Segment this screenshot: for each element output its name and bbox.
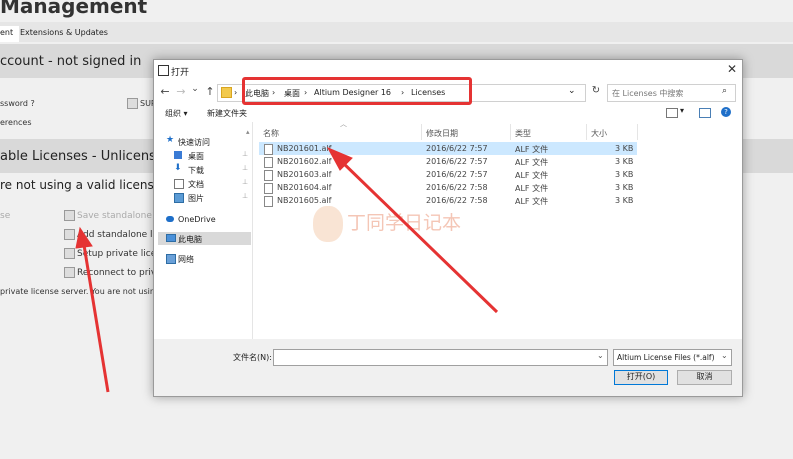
arrow-line — [82, 244, 110, 393]
arrow-head — [75, 226, 93, 249]
arrow-line — [338, 158, 499, 314]
annotation-arrows — [75, 146, 499, 393]
